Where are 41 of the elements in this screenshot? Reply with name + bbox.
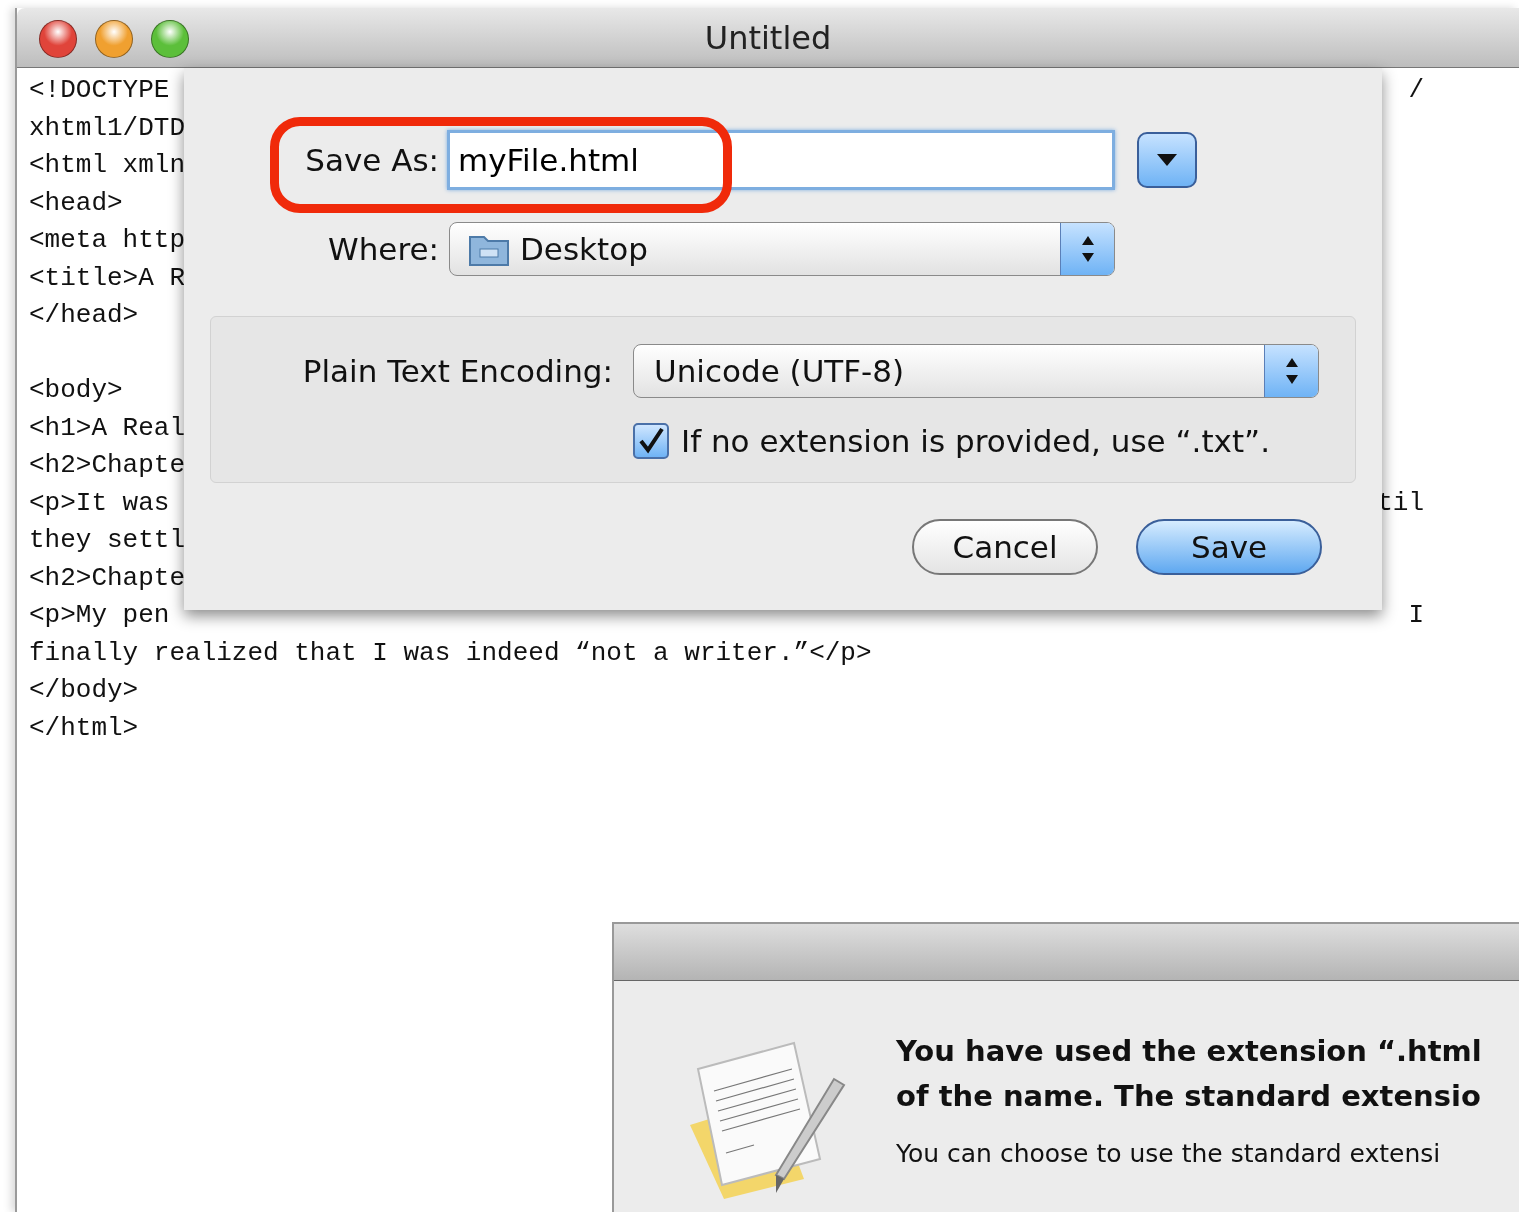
filename-field[interactable]: myFile.html: [447, 130, 1115, 190]
code-line: <p>It was: [29, 486, 170, 520]
minimize-button[interactable]: [95, 20, 133, 58]
code-line: <title>A R: [29, 261, 186, 295]
location-popup[interactable]: Desktop: [449, 222, 1115, 276]
caret-icon: [1155, 152, 1179, 168]
code-line: <h1>A Real: [29, 411, 186, 445]
expand-button[interactable]: [1137, 132, 1197, 188]
alert-message: You have used the extension “.html: [896, 1033, 1482, 1070]
code-text: I: [1408, 599, 1424, 632]
code-line: <html xmln: [29, 149, 186, 182]
code-line: <h2>Chapte: [29, 449, 186, 482]
checkbox-label: If no extension is provided, use “.txt”.: [681, 422, 1270, 461]
code-line: <meta http: [29, 224, 186, 257]
alert-info-text: You can choose to use the standard extensi: [896, 1138, 1442, 1170]
code-text: til: [1377, 486, 1424, 520]
field-label: Where:: [327, 229, 439, 269]
code-line: they settl: [29, 524, 186, 557]
code-line: <h2>Chapte: [29, 561, 186, 595]
field-label: Plain Text Encoding:: [301, 351, 613, 391]
window-title: Untitled: [704, 18, 832, 59]
code-line: <!DOCTYPE: [29, 74, 170, 107]
code-line: xhtml1/DTD: [29, 111, 186, 145]
zoom-button[interactable]: [151, 20, 189, 58]
code-line: </head>: [29, 299, 139, 332]
alert-message: of the name. The standard extensio: [896, 1078, 1482, 1115]
code-line: </body>: [29, 674, 139, 707]
encoding-popup[interactable]: Unicode (UTF-8): [633, 344, 1319, 398]
close-button[interactable]: [39, 20, 77, 58]
stepper-icon: [1079, 234, 1096, 264]
code-line: </html>: [29, 711, 139, 745]
code-line: <head>: [29, 186, 123, 220]
code-line: finally realized that I was indeed “not a writer.”</p>: [29, 636, 872, 670]
cancel-button[interactable]: Cancel: [912, 519, 1098, 575]
save-button[interactable]: Save: [1136, 519, 1322, 575]
checkbox[interactable]: [633, 423, 669, 460]
code-line: <body>: [29, 374, 123, 407]
field-label: Save As:: [304, 140, 439, 180]
stepper-icon: [1283, 356, 1300, 386]
code-text: /: [1408, 74, 1424, 107]
code-line: <p>My pen: [29, 599, 170, 632]
